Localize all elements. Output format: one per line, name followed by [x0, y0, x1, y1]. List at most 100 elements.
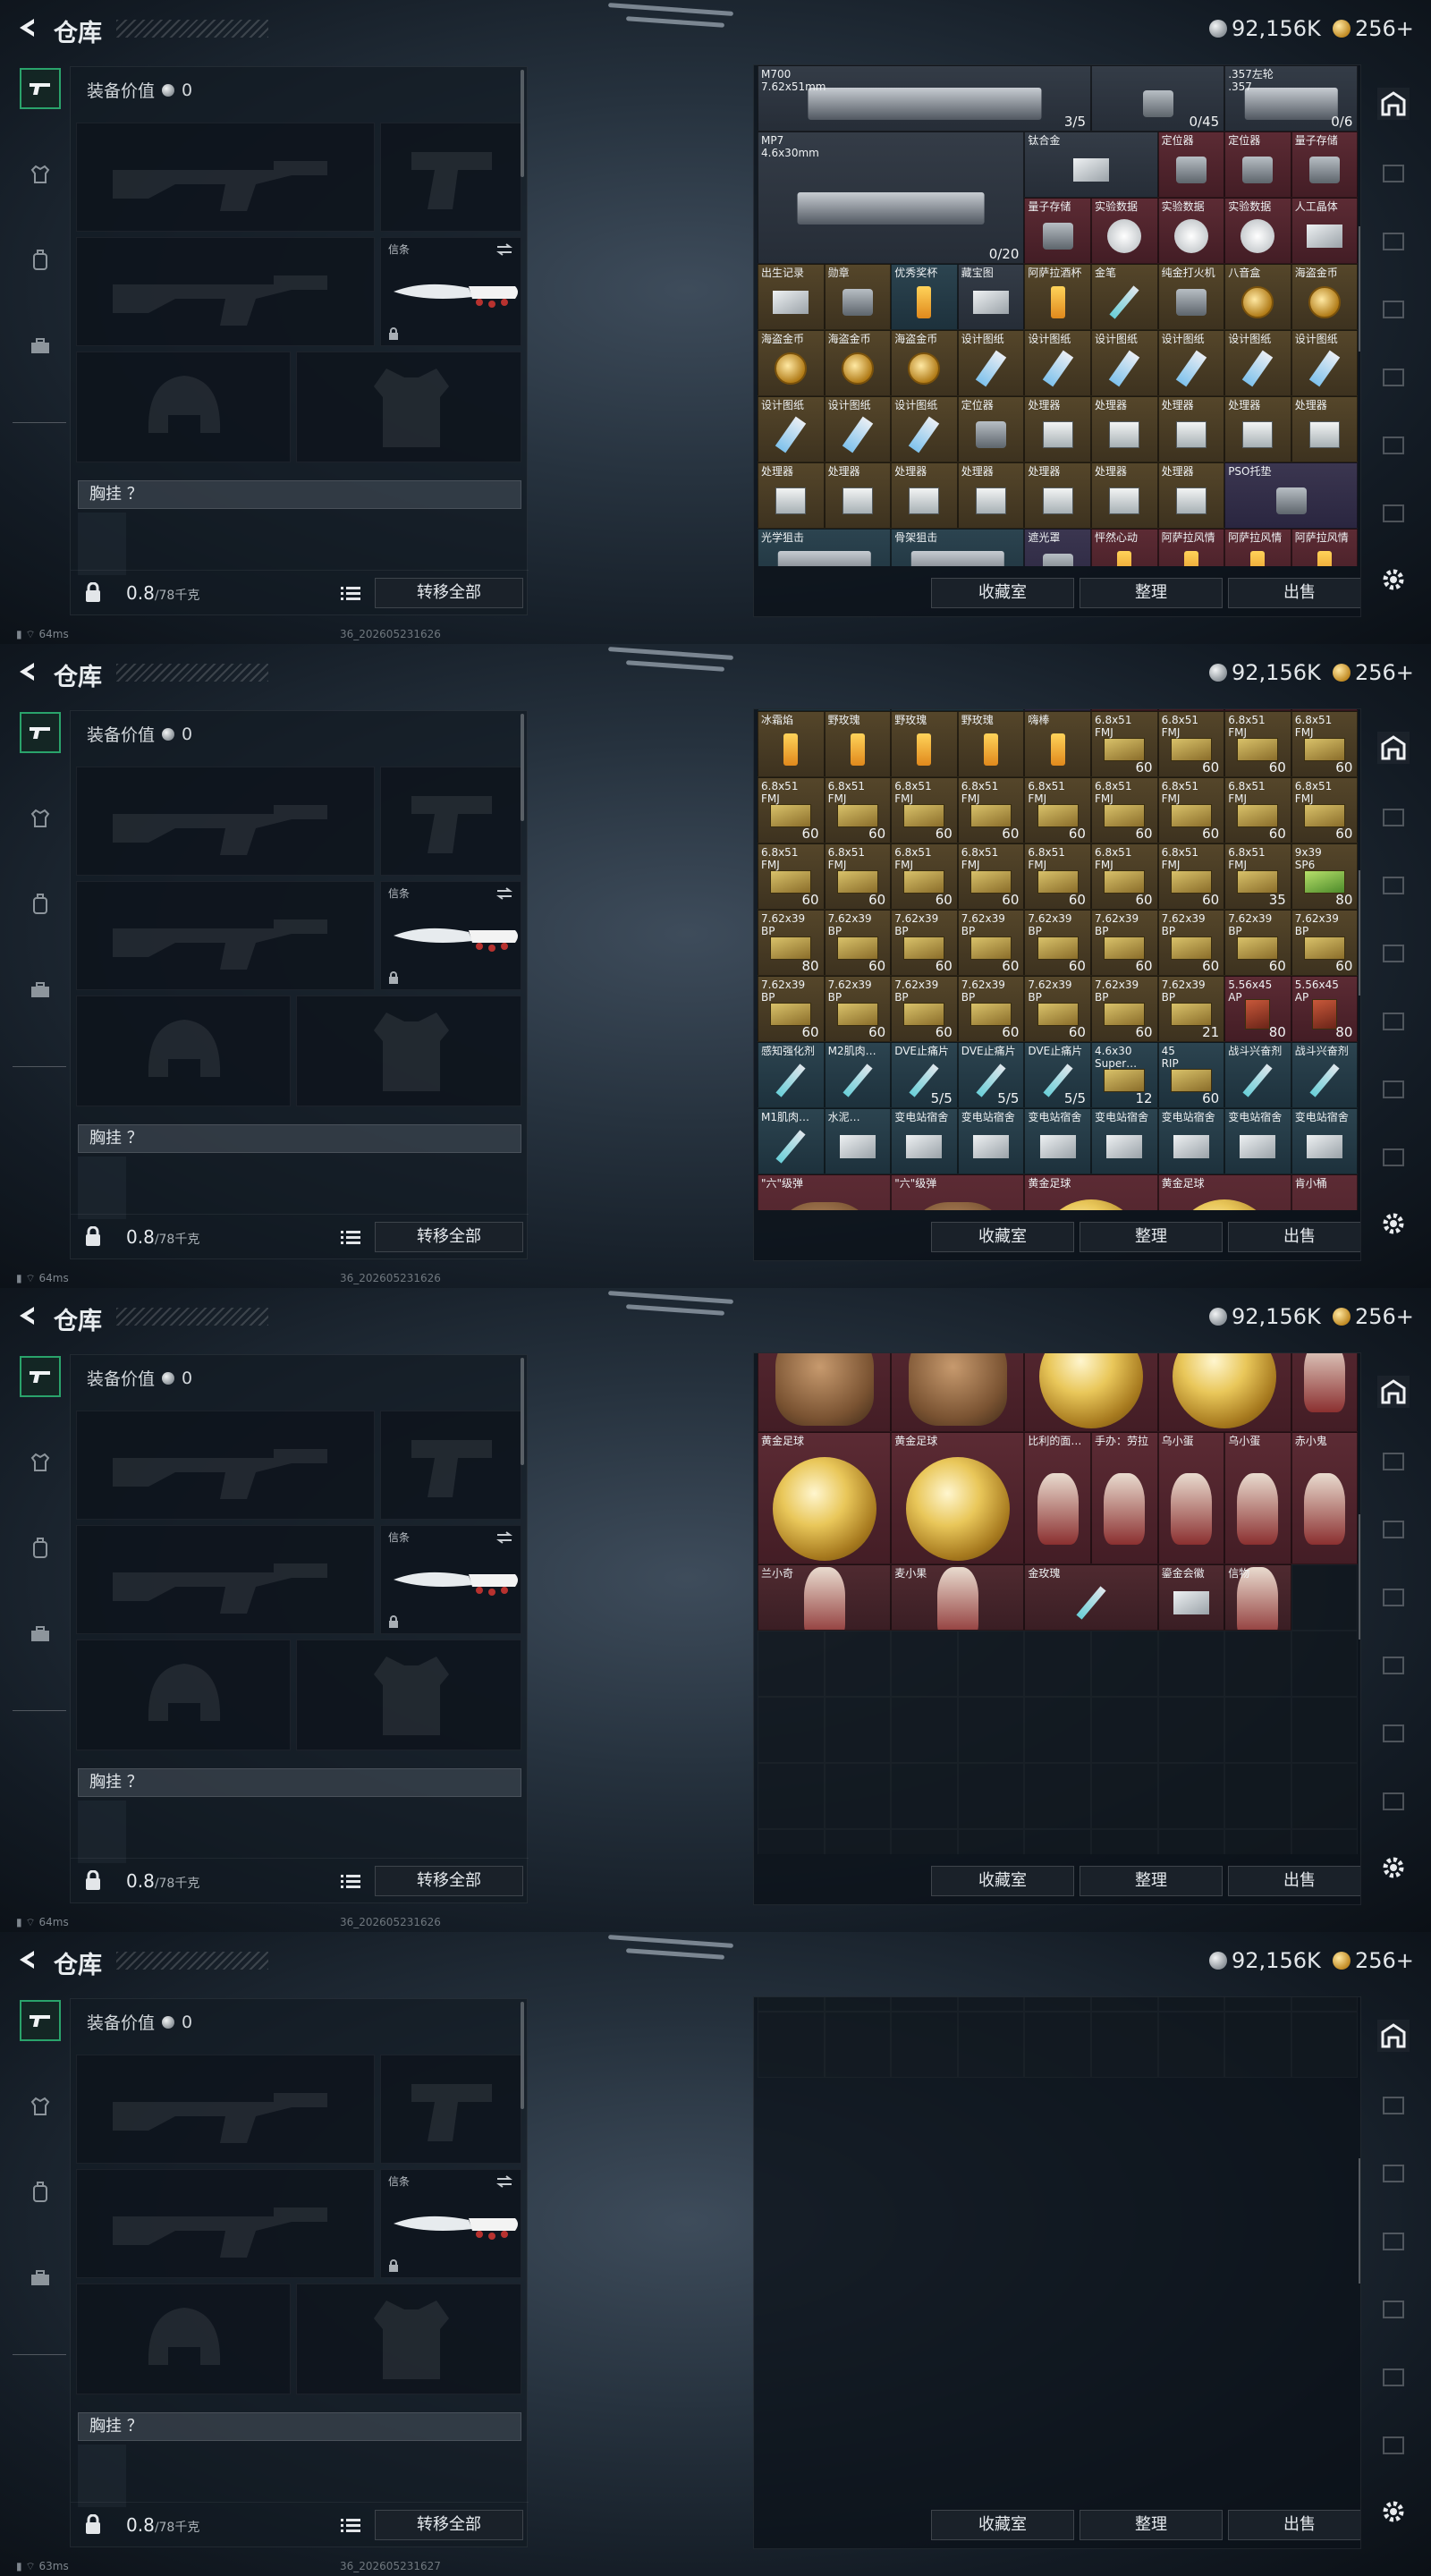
inventory-item[interactable]: DVE止痛片 5/5	[891, 1042, 958, 1108]
inventory-item[interactable]: 9x39 SP6 80	[1291, 843, 1359, 910]
rail-category[interactable]	[1377, 2089, 1410, 2122]
inventory-item[interactable]: 6.8x51 FMJ 60	[1157, 777, 1225, 843]
inventory-item[interactable]: 7.62x39 BP 60	[1024, 910, 1091, 976]
body-armor-slot[interactable]	[296, 996, 521, 1106]
secondary-weapon-slot[interactable]	[76, 237, 375, 346]
inventory-item[interactable]: 海盗金币	[758, 330, 825, 396]
equipment-scrollbar[interactable]	[521, 714, 524, 821]
chest-rig-slot[interactable]	[78, 1157, 126, 1219]
inventory-item[interactable]: 鎏金会徽	[1157, 1564, 1225, 1631]
body-armor-slot[interactable]	[296, 1640, 521, 1750]
empty-slot[interactable]	[1157, 1763, 1225, 1829]
tab-case[interactable]	[20, 2258, 61, 2299]
gold-balance[interactable]: 256+	[1333, 660, 1414, 685]
melee-slot[interactable]: 信条	[380, 881, 521, 990]
empty-slot[interactable]	[1091, 1697, 1158, 1763]
inventory-item[interactable]: 量子存储	[1024, 198, 1091, 264]
empty-slot[interactable]	[1224, 1763, 1291, 1829]
empty-slot[interactable]	[758, 1997, 825, 2012]
inventory-item[interactable]: 处理器	[891, 462, 958, 529]
tab-weapons[interactable]	[20, 1356, 61, 1397]
chest-rig-header[interactable]: 胸挂 ？	[78, 480, 521, 509]
inventory-item[interactable]: 骨架狙击	[891, 529, 1025, 566]
inventory-item[interactable]: 6.8x51 FMJ 60	[1291, 777, 1359, 843]
inventory-item[interactable]: 7.62x39 BP 60	[758, 976, 825, 1042]
inventory-item[interactable]: 设计图纸	[957, 330, 1025, 396]
rail-category[interactable]	[1377, 1649, 1410, 1682]
sort-button[interactable]: 整理	[1080, 1222, 1223, 1252]
gold-balance[interactable]: 256+	[1333, 16, 1414, 41]
empty-slot[interactable]	[1157, 2012, 1225, 2078]
inventory-item[interactable]: 麦小果	[891, 1564, 1025, 1631]
collection-button[interactable]: 收藏室	[931, 1866, 1074, 1896]
inventory-item[interactable]: 6.8x51 FMJ 60	[1291, 711, 1359, 777]
inventory-item[interactable]: 变电站宿舍	[957, 1108, 1025, 1174]
sell-button[interactable]: 出售	[1228, 1222, 1360, 1252]
chest-rig-slot[interactable]	[78, 1801, 126, 1863]
inventory-item[interactable]: 设计图纸	[758, 396, 825, 462]
inventory-item[interactable]: 实验数据	[1157, 198, 1225, 264]
inventory-item[interactable]: 肯小桶	[1291, 1353, 1359, 1432]
empty-slot[interactable]	[891, 1631, 958, 1697]
empty-slot[interactable]	[957, 1697, 1025, 1763]
inventory-item[interactable]: 野玫瑰	[824, 711, 892, 777]
empty-slot[interactable]	[1224, 2012, 1291, 2078]
inventory-item[interactable]: 人工晶体	[1291, 198, 1359, 264]
empty-slot[interactable]	[1024, 1697, 1091, 1763]
primary-weapon-slot[interactable]	[76, 767, 375, 876]
inventory-item[interactable]: 定位器	[1224, 131, 1291, 198]
tab-backpack[interactable]	[20, 240, 61, 281]
inventory-item[interactable]: 战斗兴奋剂	[1224, 1042, 1291, 1108]
swap-icon[interactable]	[495, 243, 513, 256]
inventory-item[interactable]: 6.8x51 FMJ 60	[1091, 843, 1158, 910]
inventory-item[interactable]: 6.8x51 FMJ 60	[758, 777, 825, 843]
settings-gear-icon[interactable]	[1379, 2497, 1408, 2526]
tab-armor[interactable]	[20, 1442, 61, 1483]
inventory-item[interactable]: 嗨棒	[1024, 711, 1091, 777]
tab-weapons[interactable]	[20, 712, 61, 753]
inventory-item[interactable]: 阿萨拉风情	[1291, 529, 1359, 566]
sort-button[interactable]: 整理	[1080, 578, 1223, 608]
inventory-item[interactable]: 6.8x51 FMJ 35	[1224, 843, 1291, 910]
list-icon[interactable]	[341, 586, 360, 600]
stash-grid-viewport[interactable]: M700 7.62x51mm3/50/45.357左轮 .3570/6MP7 4…	[758, 1353, 1359, 1854]
empty-slot[interactable]	[891, 1697, 958, 1763]
empty-slot[interactable]	[824, 1631, 892, 1697]
empty-slot[interactable]	[1224, 1631, 1291, 1697]
rail-all-items[interactable]	[1377, 2020, 1410, 2052]
inventory-item[interactable]: 处理器	[1224, 396, 1291, 462]
empty-slot[interactable]	[1091, 1997, 1158, 2012]
inventory-item[interactable]: 海盗金币	[1291, 264, 1359, 330]
silver-balance[interactable]: 92,156K	[1209, 1948, 1321, 1973]
stash-grid-viewport[interactable]: M700 7.62x51mm3/50/45.357左轮 .3570/6MP7 4…	[758, 709, 1359, 1210]
inventory-item[interactable]: 变电站宿舍	[891, 1108, 958, 1174]
body-armor-slot[interactable]	[296, 352, 521, 462]
empty-slot[interactable]	[957, 2012, 1025, 2078]
swap-icon[interactable]	[495, 1531, 513, 1544]
chest-rig-slot[interactable]	[78, 513, 126, 575]
inventory-item[interactable]: 兰小奇	[758, 1564, 892, 1631]
inventory-item[interactable]: 7.62x39 BP 60	[1291, 910, 1359, 976]
tab-armor[interactable]	[20, 2086, 61, 2127]
inventory-item[interactable]: DVE止痛片 5/5	[957, 1042, 1025, 1108]
sell-button[interactable]: 出售	[1228, 1866, 1360, 1896]
rail-category[interactable]	[1377, 937, 1410, 970]
collection-button[interactable]: 收藏室	[931, 578, 1074, 608]
inventory-item[interactable]: 勋章	[824, 264, 892, 330]
empty-slot[interactable]	[891, 1997, 958, 2012]
empty-slot[interactable]	[758, 1697, 825, 1763]
inventory-item[interactable]: 7.62x39 BP 60	[824, 976, 892, 1042]
empty-slot[interactable]	[1224, 1829, 1291, 1854]
empty-slot[interactable]	[1291, 1763, 1359, 1829]
inventory-item[interactable]: 乌小蛋	[1157, 1432, 1225, 1564]
rail-category[interactable]	[1377, 2361, 1410, 2394]
tab-weapons[interactable]	[20, 68, 61, 109]
empty-slot[interactable]	[1091, 1829, 1158, 1854]
empty-slot[interactable]	[1157, 1631, 1225, 1697]
stash-grid-viewport[interactable]: M700 7.62x51mm3/50/45.357左轮 .3570/6MP7 4…	[758, 65, 1359, 566]
inventory-item[interactable]: 黄金足球	[891, 1432, 1025, 1564]
inventory-item[interactable]: 实验数据	[1091, 198, 1158, 264]
inventory-item[interactable]: 5.56x45 AP 80	[1224, 976, 1291, 1042]
empty-slot[interactable]	[1291, 1697, 1359, 1763]
empty-slot[interactable]	[758, 1631, 825, 1697]
